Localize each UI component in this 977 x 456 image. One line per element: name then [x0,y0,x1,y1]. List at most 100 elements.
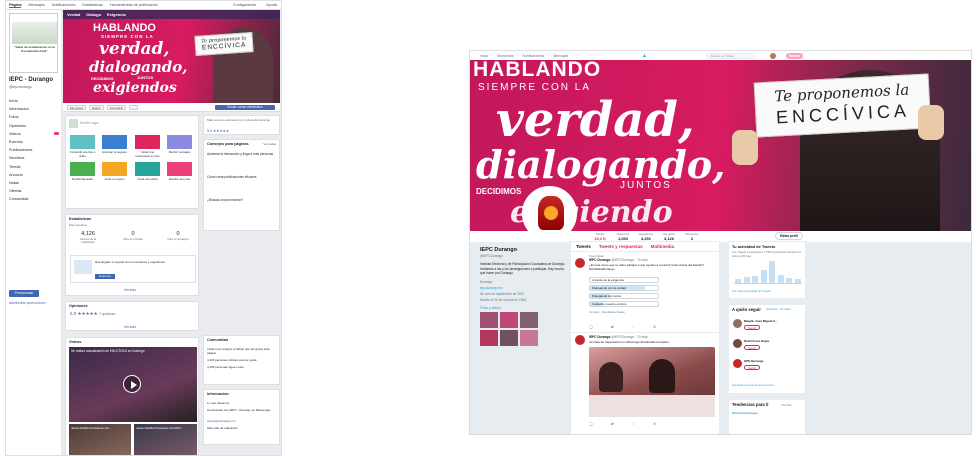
profile-photos-link[interactable]: Fotos y videos [480,306,570,310]
trend-item[interactable]: #DerechoDurango [732,411,758,415]
tweet1-avatar[interactable] [575,258,585,268]
who-find-people[interactable]: Encuentra personas que conoces [732,383,774,387]
photo-thumb[interactable] [480,329,498,346]
fb-help-link[interactable]: Ayuda [266,3,277,7]
tw-user-avatar[interactable] [770,52,776,59]
fb-nav-services[interactable]: Servicios [9,154,61,162]
tile-event[interactable] [102,162,127,176]
tip-item-2[interactable]: Cómo crear publicaciones eficaces [207,175,277,180]
fb-nav-events[interactable]: Eventos [9,138,61,146]
fb-tab-stats[interactable]: Estadísticas [82,3,102,7]
fb-manage-promotions-link[interactable]: Administrar promociones [9,301,45,305]
fb-nav-info[interactable]: Información [9,105,61,113]
tw-profile-avatar[interactable] [522,186,577,241]
fb-tab-notifications[interactable]: Notificaciones [52,3,76,7]
like-icon[interactable]: ♡ [632,422,635,426]
tab-tweets[interactable]: Tweets [576,244,591,249]
tip-item-1[interactable]: Aumenta la interacción y llega a más per… [207,152,277,157]
community-invite[interactable]: Invita a tus amigos a indicar que les gu… [207,347,279,355]
video-thumb-1[interactable]: Jesús Padilla Presidente del ... [69,424,131,455]
like-icon[interactable]: ♡ [632,325,635,329]
poll-option-3[interactable]: Dialogando con todos [589,293,659,299]
tip-item-3[interactable]: ¿Buscas una promoción? [207,198,277,203]
poll-option-1[interactable]: A través de la exigencia [589,277,659,283]
stat-following[interactable]: Siguiendo 1,053 [613,232,633,241]
composer-input[interactable]: Escribe algo... [80,121,101,125]
twitter-bird-icon[interactable]: ▲ [642,53,647,59]
more-options-button[interactable]: ... [129,104,138,110]
poll-option-4[interactable]: Cuidando nuestro entorno [589,301,659,307]
poll-option-2[interactable]: Dialogando con la verdad [589,285,659,291]
edit-profile-button[interactable]: Editar perfil [775,232,803,240]
tile-note[interactable] [167,162,192,176]
fb-promote-button[interactable]: Promocionar [9,290,39,297]
fb-nav-photos[interactable]: Fotos [9,113,61,121]
fb-tab-page[interactable]: Página [9,3,22,8]
who-name-1[interactable]: Magdá. José Miguel C... [744,319,804,323]
who-avatar-1[interactable] [733,319,742,328]
tw-nav-notifications[interactable]: Notificaciones [523,54,545,58]
trends-change-link[interactable]: Cambiar [781,403,792,407]
fb-nav-notes[interactable]: Notas [9,179,61,187]
fb-nav-reviews[interactable]: Opiniones [9,122,61,130]
share-page-button[interactable]: Compartir [106,104,127,110]
follow-button-3[interactable]: Seguir [744,365,760,370]
fb-cover-photo[interactable]: Verdad Diálogo Exigencia HABLANDO SIEMPR… [63,10,280,103]
retweet-icon[interactable]: ⇄ [611,325,614,329]
tw-tweet-button[interactable]: Twittear [786,52,803,59]
tile-calls[interactable] [70,162,95,176]
tips-see-all[interactable]: Ver todos [263,142,276,146]
photo-thumb[interactable] [500,311,518,328]
fb-nav-videos[interactable]: Videos [9,130,61,138]
photo-thumb[interactable] [480,311,498,328]
tile-live[interactable] [135,135,160,149]
tweet2-photo[interactable] [589,347,715,417]
reviews-see-all[interactable]: Ver todo [124,325,136,329]
tweet2-avatar[interactable] [575,335,585,345]
retweet-icon[interactable]: ⇄ [611,422,614,426]
who-name-3[interactable]: OPE Durango [744,359,804,363]
photo-thumb[interactable] [520,311,538,328]
fb-profile-picture[interactable]: "Salas de actualización en la Escuela El… [9,13,58,73]
tile-advertise[interactable] [102,135,127,149]
activity-chart[interactable] [734,260,802,284]
who-update-link[interactable]: Actualizar [766,308,777,311]
send-email-button[interactable]: Enviar correo electrónico [215,105,275,110]
photo-thumb[interactable] [520,329,538,346]
reply-icon[interactable]: ◯ [589,422,593,426]
who-avatar-2[interactable] [733,339,742,348]
play-icon[interactable] [123,375,141,393]
who-see-all-link[interactable]: Ver todos [780,308,791,311]
video-main[interactable]: Se realizó actualización de ENCCÍVICA en… [69,347,197,422]
dm-icon[interactable]: ✉ [653,422,656,426]
tw-nav-home[interactable]: Inicio [480,54,488,58]
tab-replies[interactable]: Tweets y respuestas [599,244,643,249]
tile-messages[interactable] [167,135,192,149]
fb-nav-offers[interactable]: Ofertas [9,187,61,195]
boost-start-button[interactable]: Empezar [95,274,115,279]
stat-followers[interactable]: Seguidores 4,291 [636,232,656,241]
photo-thumb[interactable] [500,329,518,346]
tile-offer[interactable] [135,162,160,176]
fb-tab-tools[interactable]: Herramientas de publicación [110,3,158,7]
fb-nav-community[interactable]: Comunidad [9,195,61,203]
dm-icon[interactable]: ✉ [653,325,656,329]
insights-see-all[interactable]: Ver todo [124,288,136,292]
follow-button-2[interactable]: Seguir [744,345,760,350]
fb-nav-home[interactable]: Inicio [9,97,61,105]
fb-nav-posts[interactable]: Publicaciones [9,146,61,154]
follow-page-button[interactable]: Seguir [88,104,104,110]
tw-search-input[interactable]: Buscar en Twitter [706,52,756,59]
stat-tweets[interactable]: Tweets 15,3 K [590,232,610,241]
fb-page-name[interactable]: IEPC - Durango [9,77,53,83]
tab-media[interactable]: Multimedia [651,244,675,249]
about-website[interactable]: www.iepcdurango.mx [207,419,236,423]
follow-button-1[interactable]: Seguir [744,325,760,330]
fb-nav-ads[interactable]: Anuncio [9,171,61,179]
tile-photo[interactable] [70,135,95,149]
stat-moments[interactable]: Momentos 2 [682,232,702,241]
who-avatar-3[interactable] [733,359,742,368]
reply-icon[interactable]: ◯ [589,325,593,329]
fb-config-link[interactable]: Configuración [233,3,256,7]
about-messenger[interactable]: Comunícate con IEPC - Durango en Messeng… [207,408,279,412]
